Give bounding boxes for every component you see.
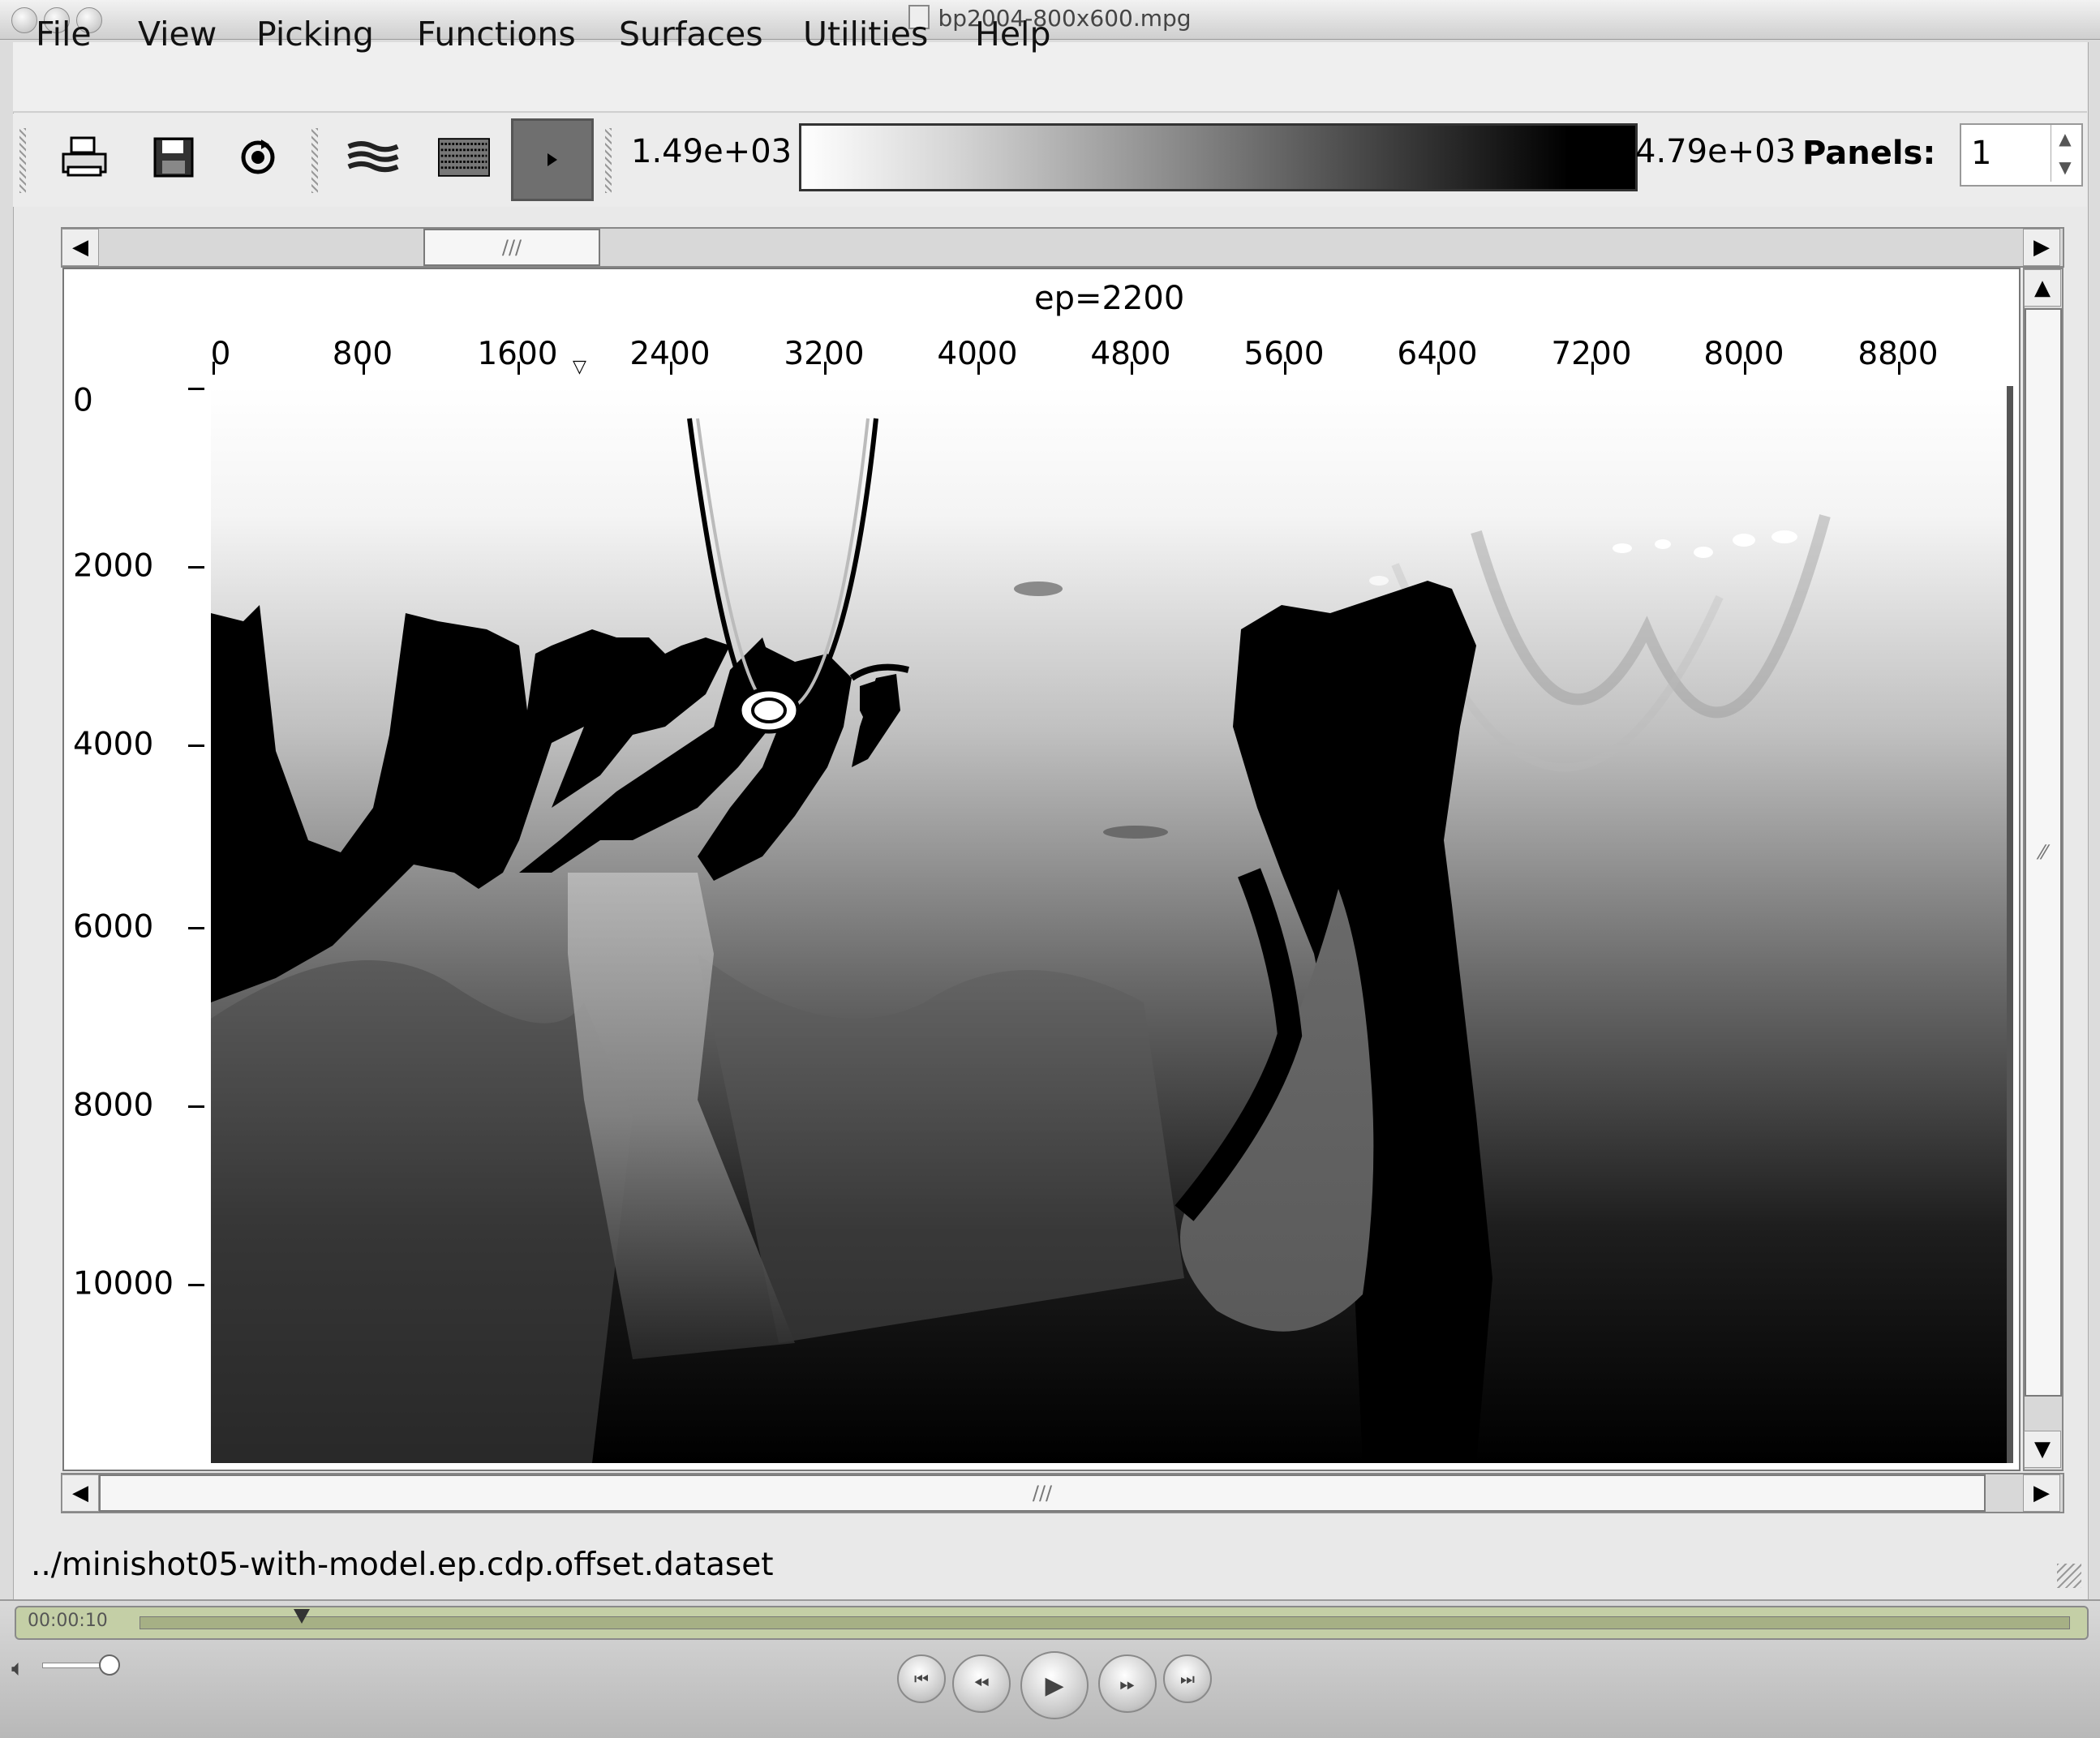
menu-view[interactable]: View xyxy=(138,15,217,54)
go-to-start-icon[interactable]: ⏮︎ xyxy=(897,1654,946,1703)
x-tick-mark xyxy=(213,362,215,375)
colorbar xyxy=(799,123,1638,191)
x-tick-mark xyxy=(977,362,980,375)
toolbar-grip[interactable] xyxy=(605,128,612,193)
wiggle-display-icon[interactable] xyxy=(347,131,399,183)
y-tick-mark xyxy=(188,745,204,747)
y-tick-mark xyxy=(188,927,204,929)
y-tick-label: 0 xyxy=(73,382,93,419)
fast-forward-icon[interactable]: ⏩︎ xyxy=(1098,1654,1157,1713)
menu-surfaces[interactable]: Surfaces xyxy=(619,15,763,54)
playhead-icon[interactable] xyxy=(293,1609,310,1624)
x-tick-mark xyxy=(824,362,827,375)
menu-picking[interactable]: Picking xyxy=(256,15,374,54)
x-tick-mark xyxy=(517,362,520,375)
colorbar-max-label: 4.79e+03 xyxy=(1635,133,1797,170)
print-icon[interactable] xyxy=(58,131,110,183)
x-tick-mark xyxy=(670,362,672,375)
top-scrollbar-thumb[interactable]: /// xyxy=(423,229,600,266)
x-tick-mark xyxy=(1744,362,1746,375)
timecode: 00:00:10 xyxy=(28,1611,108,1631)
go-to-end-icon[interactable]: ⏭︎ xyxy=(1163,1654,1212,1703)
y-tick-label: 8000 xyxy=(73,1087,154,1124)
panels-stepper[interactable]: ▲ ▼ xyxy=(2051,125,2079,182)
scroll-down-icon[interactable]: ▼ xyxy=(2024,1431,2061,1468)
menu-file[interactable]: File xyxy=(36,15,92,54)
bottom-scrollbar-thumb[interactable]: /// xyxy=(99,1474,1986,1512)
y-tick-label: 2000 xyxy=(73,547,154,585)
velocity-model-image[interactable] xyxy=(211,386,2013,1463)
y-tick-label: 4000 xyxy=(73,726,154,763)
resize-grip-icon[interactable] xyxy=(2057,1564,2081,1588)
volume-icon[interactable]: 🔈︎ xyxy=(11,1654,25,1682)
play-forward-icon[interactable] xyxy=(511,118,594,201)
volume-knob[interactable] xyxy=(99,1654,120,1676)
dataset-path: ../minishot05-with-model.ep.cdp.offset.d… xyxy=(31,1547,774,1583)
rewind-icon[interactable]: ⏪︎ xyxy=(952,1654,1011,1713)
y-tick-label: 6000 xyxy=(73,908,154,946)
panels-value[interactable]: 1 xyxy=(1971,135,1991,172)
menu-utilities[interactable]: Utilities xyxy=(803,15,928,54)
scroll-up-icon[interactable]: ▲ xyxy=(2024,269,2061,307)
scroll-left-icon[interactable]: ◀ xyxy=(62,1474,99,1512)
panels-label: Panels: xyxy=(1802,135,1936,172)
colorbar-min-label: 1.49e+03 xyxy=(631,133,792,170)
x-tick-mark xyxy=(1131,362,1133,375)
refresh-icon[interactable] xyxy=(232,131,284,183)
x-tick-mark xyxy=(363,362,365,375)
plot-title: ep=2200 xyxy=(1034,280,1185,317)
toolbar-grip[interactable] xyxy=(19,128,26,193)
stepper-up-icon[interactable]: ▲ xyxy=(2051,125,2079,153)
y-tick-label: 10000 xyxy=(73,1265,174,1302)
timeline-track[interactable] xyxy=(140,1616,2070,1629)
menu-help[interactable]: Help xyxy=(975,15,1050,54)
stepper-down-icon[interactable]: ▼ xyxy=(2051,153,2079,182)
menu-functions[interactable]: Functions xyxy=(417,15,576,54)
top-horizontal-scrollbar[interactable] xyxy=(61,227,2064,268)
x-tick-mark xyxy=(1284,362,1286,375)
toolbar-grip[interactable] xyxy=(311,128,318,193)
x-tick-mark xyxy=(1591,362,1594,375)
y-tick-mark xyxy=(188,388,204,390)
right-scrollbar-thumb[interactable]: ⁄⁄ xyxy=(2025,308,2062,1397)
y-tick-mark xyxy=(188,566,204,569)
scroll-left-icon[interactable]: ◀ xyxy=(62,229,99,266)
y-tick-mark xyxy=(188,1284,204,1286)
scroll-right-icon[interactable]: ▶ xyxy=(2023,1474,2060,1512)
save-icon[interactable] xyxy=(148,131,200,183)
scroll-right-icon[interactable]: ▶ xyxy=(2023,229,2060,266)
y-tick-mark xyxy=(188,1105,204,1108)
x-tick-mark xyxy=(1898,362,1900,375)
density-display-icon[interactable] xyxy=(438,131,490,183)
pick-marker-icon: ▽ xyxy=(573,357,586,377)
x-tick-mark xyxy=(1437,362,1440,375)
play-icon[interactable]: ▶ xyxy=(1020,1651,1089,1719)
